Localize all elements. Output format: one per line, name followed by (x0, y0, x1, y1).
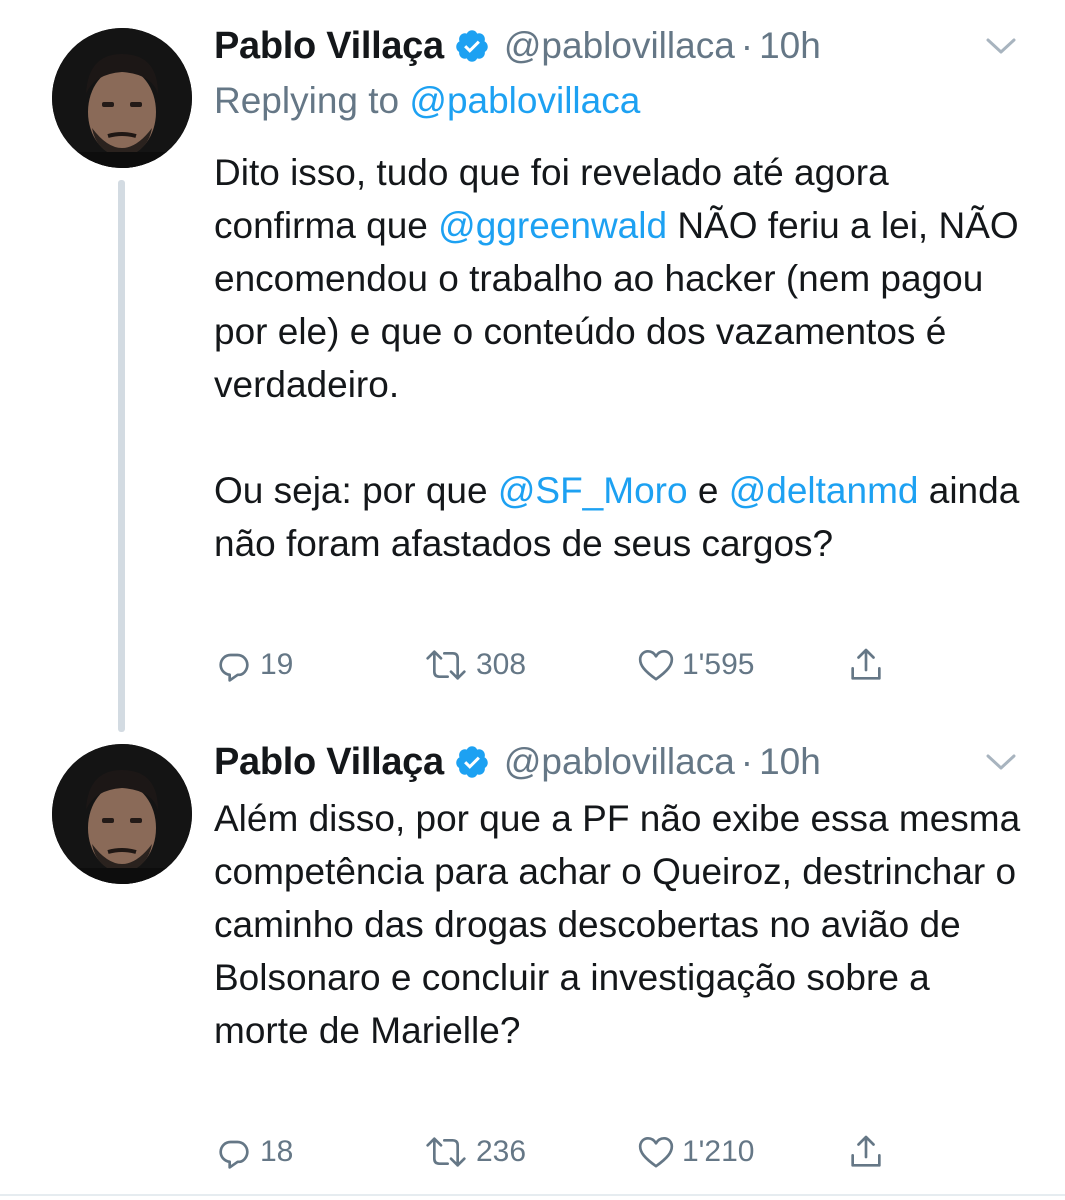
share-button[interactable] (846, 645, 886, 685)
tweet-paragraph: Ou seja: por que @SF_Moro e @deltanmd ai… (214, 464, 1034, 570)
reply-icon (219, 1140, 249, 1169)
retweet-button[interactable]: 236 (422, 1132, 526, 1172)
reply-button[interactable]: 19 (214, 645, 293, 685)
tweet-paragraph: Dito isso, tudo que foi revelado até ago… (214, 146, 1034, 411)
share-icon (851, 1135, 881, 1167)
chevron-down-icon[interactable] (985, 752, 1017, 772)
like-button[interactable]: 1'595 (636, 645, 754, 685)
tweet-actions: 18 236 1'210 (214, 1132, 914, 1172)
thread-connector-line (118, 180, 125, 732)
text-segment: Ou seja: por que (214, 470, 498, 511)
separator-dot: · (740, 741, 754, 782)
mention-link[interactable]: @deltanmd (729, 470, 919, 511)
replying-to-line: Replying to @pablovillaca (214, 80, 640, 122)
handle[interactable]: @pablovillaca (504, 25, 735, 67)
bottom-divider (0, 1194, 1065, 1196)
separator-dot: · (740, 25, 754, 66)
mention-link[interactable]: @ggreenwald (438, 205, 667, 246)
tweet-text: Dito isso, tudo que foi revelado até ago… (214, 146, 1034, 570)
like-count: 1'595 (682, 648, 755, 681)
display-name[interactable]: Pablo Villaça (214, 25, 444, 68)
reply-count: 19 (260, 648, 294, 681)
avatar[interactable] (52, 744, 192, 884)
like-button[interactable]: 1'210 (636, 1132, 754, 1172)
share-button[interactable] (846, 1132, 886, 1172)
display-name[interactable]: Pablo Villaça (214, 741, 444, 784)
retweet-count: 236 (476, 1135, 527, 1168)
avatar[interactable] (52, 28, 192, 168)
retweet-button[interactable]: 308 (422, 645, 526, 685)
tweet-header: Pablo Villaça @pablovillaca · 10h (214, 22, 821, 70)
reply-icon (219, 653, 249, 682)
tweet-header: Pablo Villaça @pablovillaca · 10h (214, 738, 821, 786)
tweet-actions: 19 308 1'595 (214, 645, 914, 685)
tweet[interactable]: Pablo Villaça @pablovillaca · 10h Replyi… (0, 0, 1065, 732)
retweet-count: 308 (476, 648, 527, 681)
replying-to-label: Replying to (214, 80, 400, 121)
avatar-portrait-icon (52, 744, 192, 884)
tweet-text: Além disso, por que a PF não exibe essa … (214, 792, 1034, 1057)
tweet-paragraph: Além disso, por que a PF não exibe essa … (214, 798, 1021, 1051)
heart-icon (638, 1137, 674, 1168)
verified-badge-icon (456, 30, 488, 62)
tweet[interactable]: Pablo Villaça @pablovillaca · 10h Além d… (0, 720, 1065, 1190)
timestamp[interactable]: 10h (759, 741, 821, 783)
replying-to-mention[interactable]: @pablovillaca (409, 80, 640, 121)
handle[interactable]: @pablovillaca (504, 741, 735, 783)
reply-count: 18 (260, 1135, 294, 1168)
retweet-icon (426, 650, 466, 680)
share-icon (851, 648, 881, 680)
retweet-icon (426, 1137, 466, 1167)
chevron-down-icon[interactable] (985, 36, 1017, 56)
like-count: 1'210 (682, 1135, 755, 1168)
verified-badge-icon (456, 746, 488, 778)
reply-button[interactable]: 18 (214, 1132, 293, 1172)
heart-icon (638, 650, 674, 681)
timestamp[interactable]: 10h (759, 25, 821, 67)
avatar-portrait-icon (52, 28, 192, 168)
text-segment: e (687, 470, 729, 511)
mention-link[interactable]: @SF_Moro (498, 470, 688, 511)
